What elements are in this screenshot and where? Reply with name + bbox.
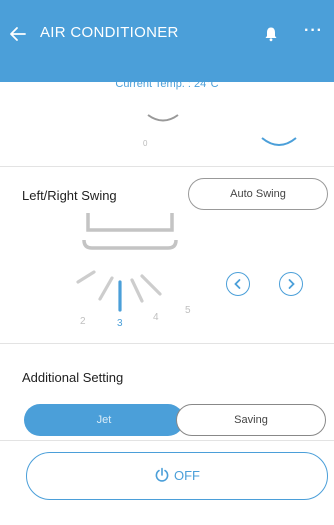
- ac-outlet-icon: [82, 239, 178, 250]
- partial-position-label: 0: [143, 139, 148, 148]
- vane-arc-icon: [147, 114, 179, 122]
- vane-arc-icon: [261, 137, 297, 146]
- power-label: OFF: [174, 468, 200, 483]
- divider: [0, 440, 334, 441]
- jet-mode-label: Jet: [96, 414, 112, 426]
- swing-prev-button[interactable]: [226, 272, 250, 296]
- more-icon[interactable]: ···: [304, 22, 323, 40]
- additional-setting-options: Jet Saving: [24, 404, 326, 436]
- additional-setting-label: Additional Setting: [22, 370, 124, 385]
- swing-direction-4: [130, 278, 144, 303]
- chevron-right-icon: [288, 279, 295, 289]
- bell-icon[interactable]: [263, 26, 279, 42]
- swing-position-label: 5: [185, 305, 191, 316]
- current-temp: Current Temp. : 24°C: [115, 78, 219, 90]
- swing-direction-1: [76, 270, 96, 284]
- swing-position-label: 4: [153, 312, 159, 323]
- vertical-swing-panel: [147, 114, 297, 146]
- divider: [0, 343, 334, 344]
- swing-next-button[interactable]: [279, 272, 303, 296]
- saving-mode-button[interactable]: Saving: [176, 404, 326, 436]
- chevron-left-icon: [234, 279, 241, 289]
- swing-direction-2: [98, 276, 114, 301]
- saving-mode-label: Saving: [234, 414, 268, 426]
- auto-swing-label: Auto Swing: [230, 188, 286, 200]
- ac-unit-icon: [86, 213, 174, 232]
- page-title: AIR CONDITIONER: [40, 24, 179, 41]
- swing-direction-5: [140, 274, 162, 296]
- power-off-button[interactable]: OFF: [26, 452, 328, 500]
- swing-position-label: 2: [80, 316, 86, 327]
- power-icon: [155, 467, 169, 482]
- swing-position-label: 3: [117, 318, 123, 329]
- back-arrow-icon[interactable]: [8, 24, 28, 44]
- swing-direction-graphic: 2 3 4 5: [76, 213, 191, 329]
- divider: [0, 166, 334, 167]
- app-header: AIR CONDITIONER ···: [0, 0, 334, 82]
- jet-mode-button[interactable]: Jet: [24, 404, 184, 436]
